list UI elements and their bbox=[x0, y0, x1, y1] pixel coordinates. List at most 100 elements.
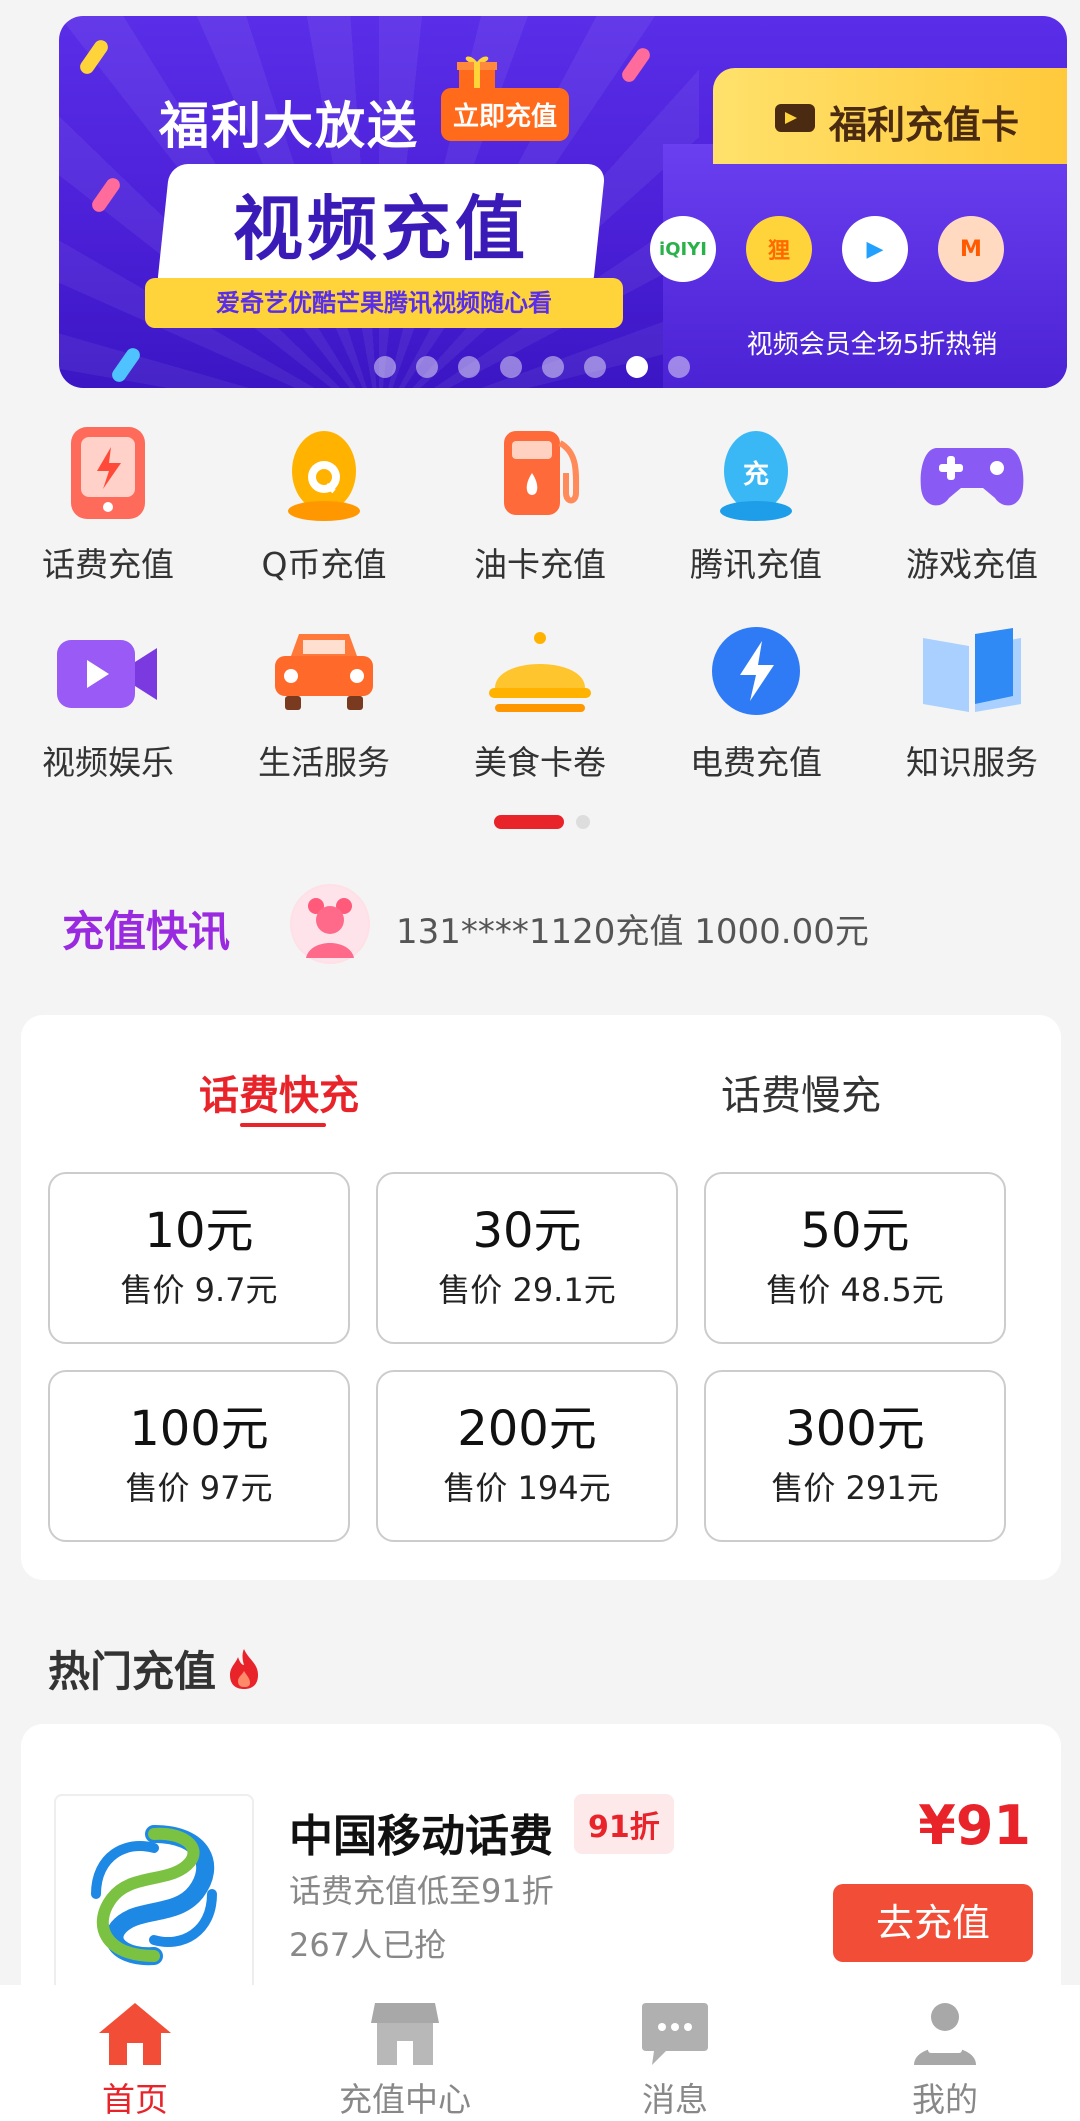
price-option[interactable]: 200元 售价 194元 bbox=[376, 1370, 678, 1542]
tab-underline bbox=[240, 1123, 326, 1127]
grid-item-life[interactable]: 生活服务 bbox=[216, 616, 432, 784]
mgtv-logo: M bbox=[938, 216, 1004, 282]
hot-section-title: 热门充值 bbox=[48, 1638, 262, 1699]
chat-icon bbox=[637, 2001, 713, 2067]
go-recharge-button[interactable]: 去充值 bbox=[833, 1884, 1033, 1962]
banner-card-title: 福利充值卡 bbox=[829, 103, 1020, 147]
price-sale-value: 售价 48.5元 bbox=[766, 1271, 944, 1310]
page-dot[interactable] bbox=[668, 356, 690, 378]
video-camera-icon bbox=[48, 616, 168, 726]
price-face-value: 300元 bbox=[785, 1400, 925, 1457]
banner-badge[interactable]: 立即充值 bbox=[441, 88, 570, 141]
grid-item-qcoin[interactable]: Q币充值 bbox=[216, 418, 432, 586]
grid-label: 知识服务 bbox=[906, 743, 1038, 782]
recharge-panel: 话费快充 话费慢充 10元 售价 9.7元 30元 售价 29.1元 50元 售… bbox=[21, 1015, 1061, 1580]
grid-item-phone-bill[interactable]: 话费充值 bbox=[0, 418, 216, 586]
youku-logo: 狸 bbox=[746, 216, 812, 282]
lightning-icon bbox=[696, 616, 816, 726]
price-options: 10元 售价 9.7元 30元 售价 29.1元 50元 售价 48.5元 10… bbox=[48, 1172, 1006, 1542]
banner-title: 福利大放送 bbox=[159, 97, 419, 155]
hot-item-name: 中国移动话费 bbox=[289, 1811, 553, 1862]
grid-label: Q币充值 bbox=[261, 545, 387, 584]
grid-item-game[interactable]: 游戏充值 bbox=[864, 418, 1080, 586]
banner-card-tab: 福利充值卡 bbox=[713, 68, 1067, 164]
price-option[interactable]: 30元 售价 29.1元 bbox=[376, 1172, 678, 1344]
page-dot[interactable] bbox=[374, 356, 396, 378]
svg-text:充: 充 bbox=[743, 459, 769, 490]
grid-item-tencent[interactable]: 充 腾讯充值 bbox=[648, 418, 864, 586]
grid-label: 油卡充值 bbox=[474, 545, 606, 584]
grid-pager bbox=[494, 815, 590, 829]
book-icon bbox=[912, 616, 1032, 726]
grid-label: 电费充值 bbox=[690, 743, 822, 782]
penguin-q-icon bbox=[264, 418, 384, 528]
iqiyi-logo: iQIYI bbox=[650, 216, 716, 282]
avatar bbox=[290, 884, 370, 964]
tab-fast-recharge[interactable]: 话费快充 bbox=[199, 1063, 359, 1121]
pager-active[interactable] bbox=[494, 815, 564, 829]
hot-title-text: 热门充值 bbox=[48, 1647, 217, 1696]
penguin-charge-icon: 充 bbox=[696, 418, 816, 528]
hot-item-desc: 话费充值低至91折 bbox=[289, 1872, 554, 1910]
grid-item-food[interactable]: 美食卡卷 bbox=[432, 616, 648, 784]
grid-item-electricity[interactable]: 电费充值 bbox=[648, 616, 864, 784]
news-text: 131****1120充值 1000.00元 bbox=[396, 912, 869, 952]
bottom-nav: 首页 充值中心 消息 我的 bbox=[0, 1985, 1080, 2121]
store-icon bbox=[367, 2001, 443, 2067]
banner-main-box: 视频充值 bbox=[156, 164, 606, 294]
price-sale-value: 售价 194元 bbox=[443, 1469, 611, 1508]
page-dot[interactable] bbox=[500, 356, 522, 378]
grid-item-video[interactable]: 视频娱乐 bbox=[0, 616, 216, 784]
price-face-value: 50元 bbox=[800, 1202, 910, 1259]
car-icon bbox=[264, 616, 384, 726]
price-sale-value: 售价 97元 bbox=[125, 1469, 273, 1508]
gamepad-icon bbox=[912, 418, 1032, 528]
price-option[interactable]: 50元 售价 48.5元 bbox=[704, 1172, 1006, 1344]
grid-item-fuel-card[interactable]: 油卡充值 bbox=[432, 418, 648, 586]
price-option[interactable]: 10元 售价 9.7元 bbox=[48, 1172, 350, 1344]
hot-item-price: ¥91 bbox=[918, 1794, 1031, 1857]
fuel-pump-icon bbox=[480, 418, 600, 528]
price-face-value: 10元 bbox=[144, 1202, 254, 1259]
china-mobile-logo bbox=[54, 1794, 254, 1994]
grid-label: 视频娱乐 bbox=[42, 743, 174, 782]
nav-item-recharge-center[interactable]: 充值中心 bbox=[270, 1985, 540, 2121]
banner-main-text: 视频充值 bbox=[233, 188, 529, 270]
price-option[interactable]: 300元 售价 291元 bbox=[704, 1370, 1006, 1542]
price-sale-value: 售价 9.7元 bbox=[120, 1271, 278, 1310]
banner-tagline: 视频会员全场5折热销 bbox=[746, 330, 998, 360]
home-icon bbox=[97, 2001, 173, 2067]
price-face-value: 100元 bbox=[129, 1400, 269, 1457]
tencent-video-logo: ▶ bbox=[842, 216, 908, 282]
price-sale-value: 售价 291元 bbox=[771, 1469, 939, 1508]
page-dot[interactable] bbox=[458, 356, 480, 378]
page-dot[interactable] bbox=[542, 356, 564, 378]
nav-item-home[interactable]: 首页 bbox=[0, 1985, 270, 2121]
video-camera-icon bbox=[775, 104, 815, 132]
grid-label: 美食卡卷 bbox=[474, 743, 606, 782]
banner-subtitle: 爱奇艺优酷芒果腾讯视频随心看 bbox=[145, 278, 623, 328]
phone-icon bbox=[48, 418, 168, 528]
nav-item-messages[interactable]: 消息 bbox=[540, 1985, 810, 2121]
price-option[interactable]: 100元 售价 97元 bbox=[48, 1370, 350, 1542]
gift-icon bbox=[457, 56, 497, 90]
discount-badge: 91折 bbox=[574, 1794, 674, 1854]
grid-label: 生活服务 bbox=[258, 743, 390, 782]
price-face-value: 30元 bbox=[472, 1202, 582, 1259]
hot-item-count: 267人已抢 bbox=[289, 1926, 447, 1964]
grid-label: 话费充值 bbox=[42, 545, 174, 584]
service-grid: 话费充值 Q币充值 油卡充值 充 腾讯充值 游戏充值 视频娱乐 生活服务 美食卡… bbox=[0, 418, 1080, 784]
grid-item-knowledge[interactable]: 知识服务 bbox=[864, 616, 1080, 784]
page-dot[interactable] bbox=[584, 356, 606, 378]
tab-slow-recharge[interactable]: 话费慢充 bbox=[721, 1063, 881, 1121]
page-dot-active[interactable] bbox=[626, 356, 648, 378]
food-cloche-icon bbox=[480, 616, 600, 726]
page-dot[interactable] bbox=[416, 356, 438, 378]
promo-banner[interactable]: 福利大放送 立即充值 视频充值 爱奇艺优酷芒果腾讯视频随心看 福利充值卡 iQI… bbox=[59, 16, 1067, 388]
grid-label: 游戏充值 bbox=[906, 545, 1038, 584]
nav-item-mine[interactable]: 我的 bbox=[810, 1985, 1080, 2121]
nav-label: 首页 bbox=[102, 2080, 168, 2119]
user-icon bbox=[907, 2001, 983, 2067]
pager-dot[interactable] bbox=[576, 815, 590, 829]
recharge-news: 充值快讯 131****1120充值 1000.00元 bbox=[0, 880, 1080, 970]
